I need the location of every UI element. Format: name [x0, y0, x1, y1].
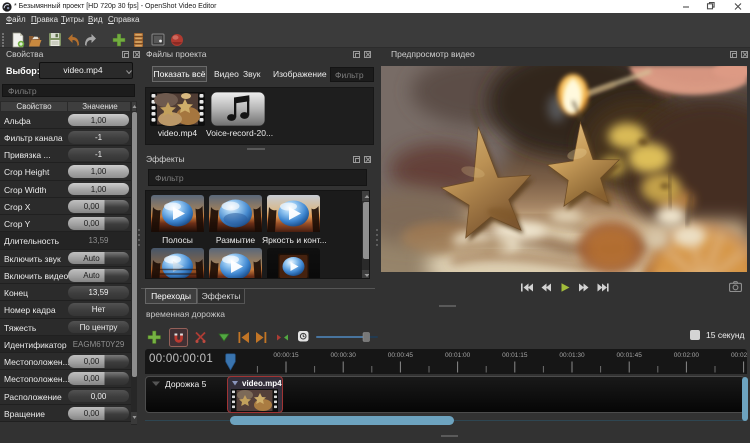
svg-text:00:01:45: 00:01:45 — [617, 352, 643, 359]
svg-text:00:00:30: 00:00:30 — [331, 352, 357, 359]
svg-text:00:01:00: 00:01:00 — [445, 352, 471, 359]
svg-text:00:02:00: 00:02:00 — [674, 352, 700, 359]
svg-text:00:00:15: 00:00:15 — [273, 352, 299, 359]
svg-text:00:00:45: 00:00:45 — [388, 352, 414, 359]
svg-text:00:01:30: 00:01:30 — [559, 352, 585, 359]
svg-text:00:01:15: 00:01:15 — [502, 352, 528, 359]
svg-text:00:02:15: 00:02:15 — [731, 352, 747, 359]
